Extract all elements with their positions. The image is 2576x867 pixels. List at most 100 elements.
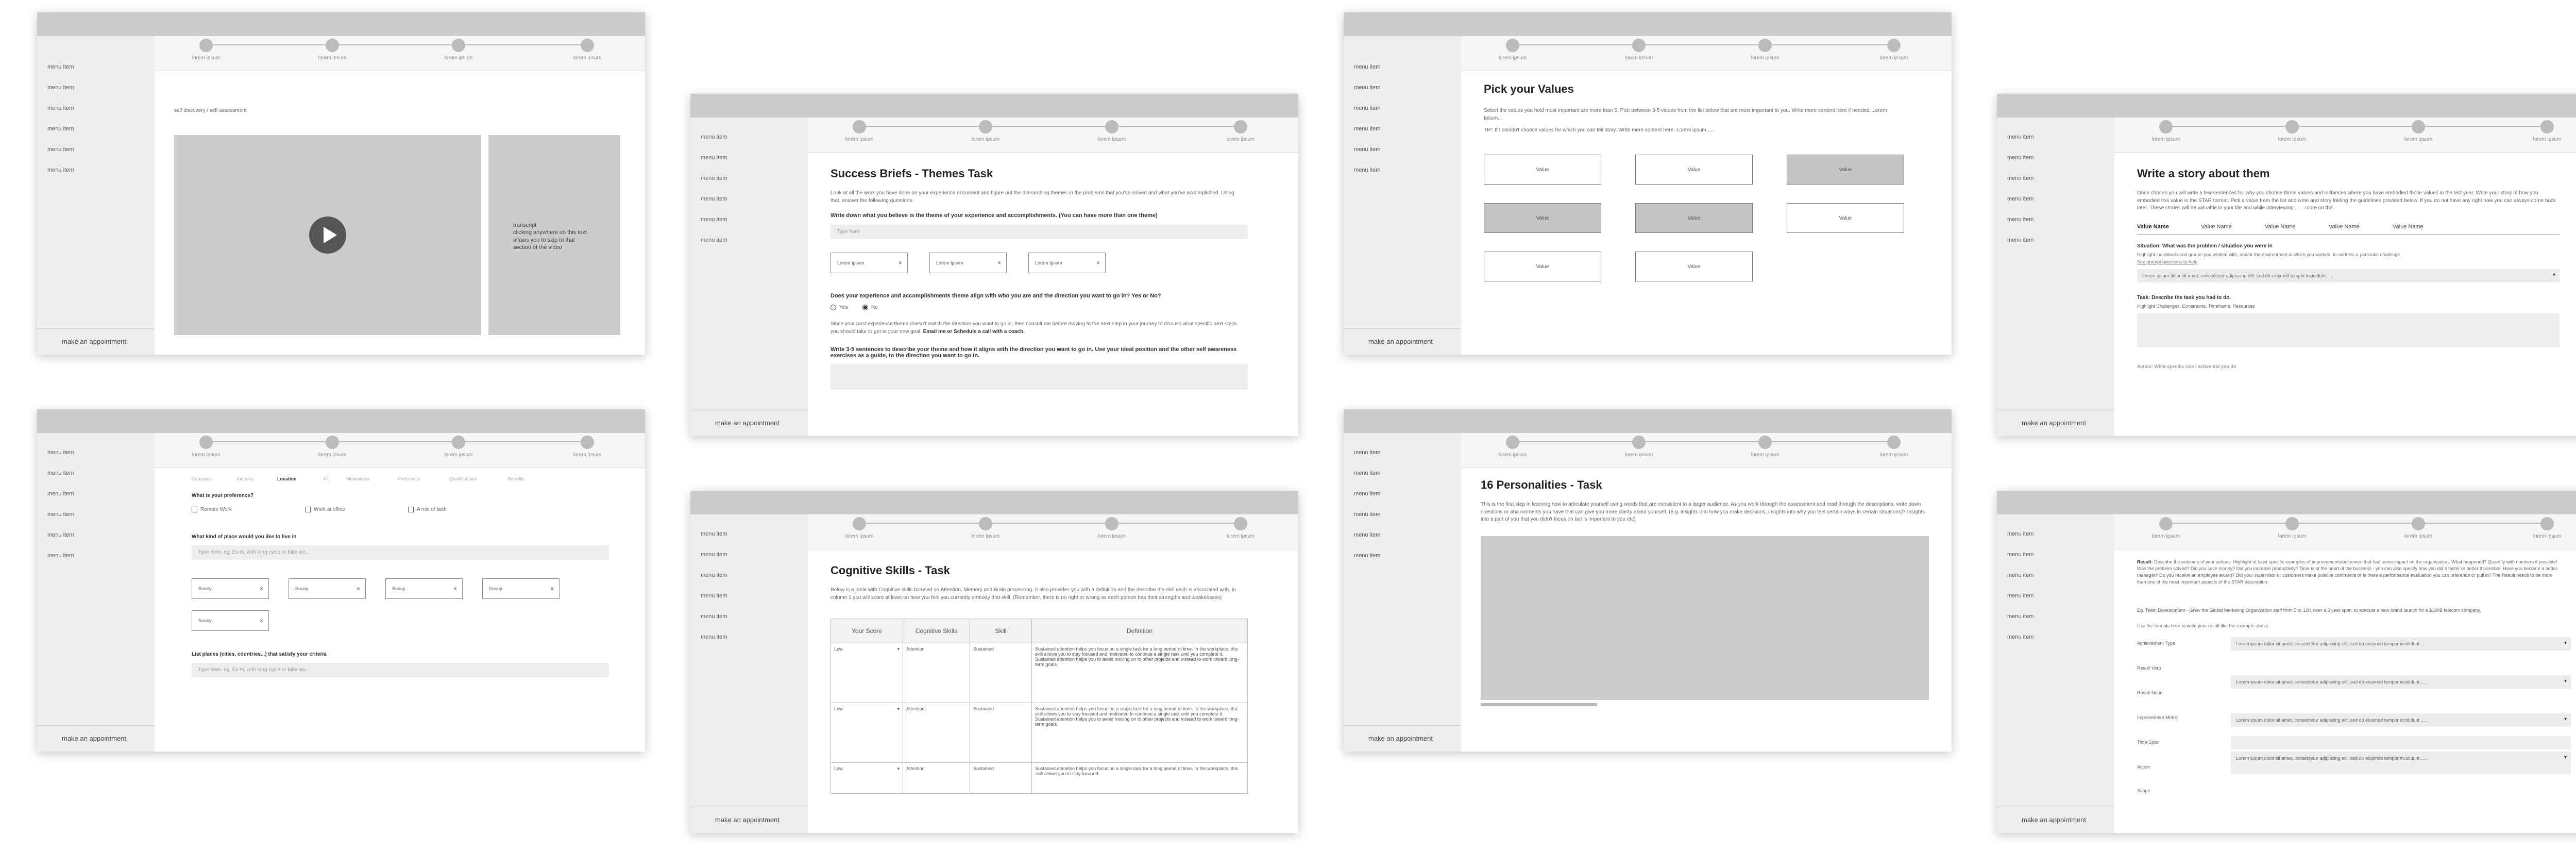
- time-span-input[interactable]: [2231, 736, 2571, 749]
- sidebar-item[interactable]: menu item: [2007, 634, 2033, 640]
- progress-step[interactable]: lorem ipsum: [180, 39, 232, 61]
- sidebar-item[interactable]: menu item: [701, 572, 727, 578]
- action-input[interactable]: [2231, 761, 2571, 774]
- progress-step[interactable]: lorem ipsum: [2266, 120, 2318, 142]
- sidebar-item[interactable]: menu item: [1354, 126, 1380, 132]
- sidebar-item[interactable]: menu item: [701, 216, 727, 223]
- progress-step[interactable]: lorem ipsum: [1086, 517, 1138, 539]
- sidebar-item[interactable]: menu item: [47, 126, 74, 132]
- option-office[interactable]: Work at office: [305, 506, 345, 514]
- place-tag[interactable]: Sunny ×: [192, 578, 269, 599]
- close-icon[interactable]: ×: [997, 259, 1001, 266]
- description-textarea[interactable]: [831, 364, 1248, 390]
- progress-step[interactable]: lorem ipsum: [180, 436, 232, 458]
- sidebar-item[interactable]: menu item: [2007, 196, 2033, 202]
- sidebar-item[interactable]: menu item: [47, 146, 74, 153]
- sidebar-item[interactable]: menu item: [1354, 167, 1380, 173]
- score-select[interactable]: Low ▾: [831, 643, 903, 703]
- progress-step[interactable]: lorem ipsum: [960, 517, 1011, 539]
- sidebar-item[interactable]: menu item: [2007, 593, 2033, 599]
- place-tag[interactable]: Sunny ×: [192, 610, 269, 631]
- progress-step[interactable]: lorem ipsum: [2393, 517, 2444, 539]
- make-appointment-link[interactable]: make an appointment: [2022, 816, 2086, 824]
- progress-step[interactable]: lorem ipsum: [562, 436, 613, 458]
- progress-step[interactable]: lorem ipsum: [2140, 120, 2192, 142]
- situation-select[interactable]: Lorem ipsum dolor sit amet, consectetur …: [2137, 269, 2560, 282]
- progress-step[interactable]: lorem ipsum: [2393, 120, 2444, 142]
- progress-step[interactable]: lorem ipsum: [1739, 436, 1791, 458]
- make-appointment-link[interactable]: make an appointment: [2022, 419, 2086, 427]
- make-appointment-link[interactable]: make an appointment: [62, 735, 126, 742]
- make-appointment-link[interactable]: make an appointment: [62, 338, 126, 345]
- value-option[interactable]: Value: [1484, 252, 1601, 281]
- yes-option[interactable]: Yes: [831, 304, 848, 312]
- close-icon[interactable]: ×: [899, 259, 902, 266]
- place-tag[interactable]: Sunny ×: [385, 578, 463, 599]
- score-select[interactable]: Low ▾: [831, 762, 903, 794]
- sidebar-item[interactable]: menu item: [47, 105, 74, 111]
- sidebar-item[interactable]: menu item: [1354, 470, 1380, 476]
- place-tag[interactable]: Sunny ×: [482, 578, 560, 599]
- sidebar-item[interactable]: menu item: [2007, 216, 2033, 223]
- sidebar-item[interactable]: menu item: [1354, 449, 1380, 456]
- close-icon[interactable]: ×: [1096, 259, 1100, 266]
- sidebar-item[interactable]: menu item: [2007, 155, 2033, 161]
- place-input[interactable]: Type here, eg. Ex-ts, with long cycle or…: [192, 545, 609, 560]
- crumb[interactable]: Benefits: [508, 476, 525, 481]
- progress-step[interactable]: lorem ipsum: [1739, 39, 1791, 61]
- value-option[interactable]: Value: [1484, 155, 1601, 185]
- sidebar-item[interactable]: menu item: [47, 470, 74, 476]
- progress-step[interactable]: lorem ipsum: [2140, 517, 2192, 539]
- make-appointment-link[interactable]: make an appointment: [1368, 338, 1433, 345]
- value-tab[interactable]: Value Name: [2137, 224, 2169, 230]
- transcript-panel[interactable]: transcript clicking anywhere on this tex…: [488, 135, 620, 335]
- prompt-questions-link[interactable]: See prompt questions to help: [2137, 259, 2197, 265]
- sidebar-item[interactable]: menu item: [2007, 237, 2033, 243]
- sidebar-item[interactable]: menu item: [1354, 511, 1380, 518]
- sidebar-item[interactable]: menu item: [1354, 146, 1380, 153]
- value-option[interactable]: Value: [1635, 155, 1753, 185]
- sidebar-item[interactable]: menu item: [47, 449, 74, 456]
- progress-step[interactable]: lorem ipsum: [2266, 517, 2318, 539]
- crumb[interactable]: Industry: [237, 476, 253, 481]
- close-icon[interactable]: ×: [550, 585, 554, 592]
- sidebar-item[interactable]: menu item: [47, 85, 74, 91]
- sidebar-item[interactable]: menu item: [47, 532, 74, 538]
- sidebar-item[interactable]: menu item: [701, 634, 727, 640]
- value-tab[interactable]: Value Name: [2201, 224, 2232, 230]
- value-option[interactable]: Value: [1787, 203, 1904, 233]
- scrollbar[interactable]: [1481, 703, 1597, 706]
- theme-input[interactable]: Type here: [831, 225, 1248, 239]
- sidebar-item[interactable]: menu item: [701, 593, 727, 599]
- make-appointment-link[interactable]: make an appointment: [715, 419, 779, 427]
- progress-step[interactable]: lorem ipsum: [2521, 517, 2573, 539]
- sidebar-item[interactable]: menu item: [47, 511, 74, 518]
- sidebar-item[interactable]: menu item: [47, 64, 74, 70]
- value-option-selected[interactable]: Value: [1635, 203, 1753, 233]
- result-noun-select[interactable]: Lorem ipsum dolor sit amet, consectetur …: [2231, 713, 2571, 727]
- sidebar-item[interactable]: menu item: [1354, 532, 1380, 538]
- video-player[interactable]: [174, 135, 481, 335]
- option-remote[interactable]: Remote Work: [192, 506, 232, 514]
- progress-step[interactable]: lorem ipsum: [433, 39, 484, 61]
- make-appointment-link[interactable]: make an appointment: [1368, 735, 1433, 742]
- progress-step[interactable]: lorem ipsum: [1487, 436, 1538, 458]
- sidebar-item[interactable]: menu item: [701, 237, 727, 243]
- sidebar-item[interactable]: menu item: [2007, 175, 2033, 181]
- achievement-type-select[interactable]: Lorem ipsum dolor sit amet, consectetur …: [2231, 637, 2571, 651]
- sidebar-item[interactable]: menu item: [1354, 64, 1380, 70]
- value-tab[interactable]: Value Name: [2265, 224, 2296, 230]
- progress-step[interactable]: lorem ipsum: [1613, 39, 1665, 61]
- sidebar-item[interactable]: menu item: [1354, 491, 1380, 497]
- consult-link[interactable]: Email me or Schedule a call with a coach…: [923, 329, 1025, 335]
- close-icon[interactable]: ×: [453, 585, 457, 592]
- sidebar-item[interactable]: menu item: [2007, 613, 2033, 620]
- no-option[interactable]: No: [862, 304, 878, 312]
- task-textarea[interactable]: [2137, 313, 2560, 347]
- progress-step[interactable]: lorem ipsum: [1487, 39, 1538, 61]
- crumb[interactable]: Preference: [398, 476, 420, 481]
- progress-step[interactable]: lorem ipsum: [1215, 120, 1266, 142]
- sidebar-item[interactable]: menu item: [2007, 552, 2033, 558]
- sidebar-item[interactable]: menu item: [701, 175, 727, 181]
- progress-step[interactable]: lorem ipsum: [433, 436, 484, 458]
